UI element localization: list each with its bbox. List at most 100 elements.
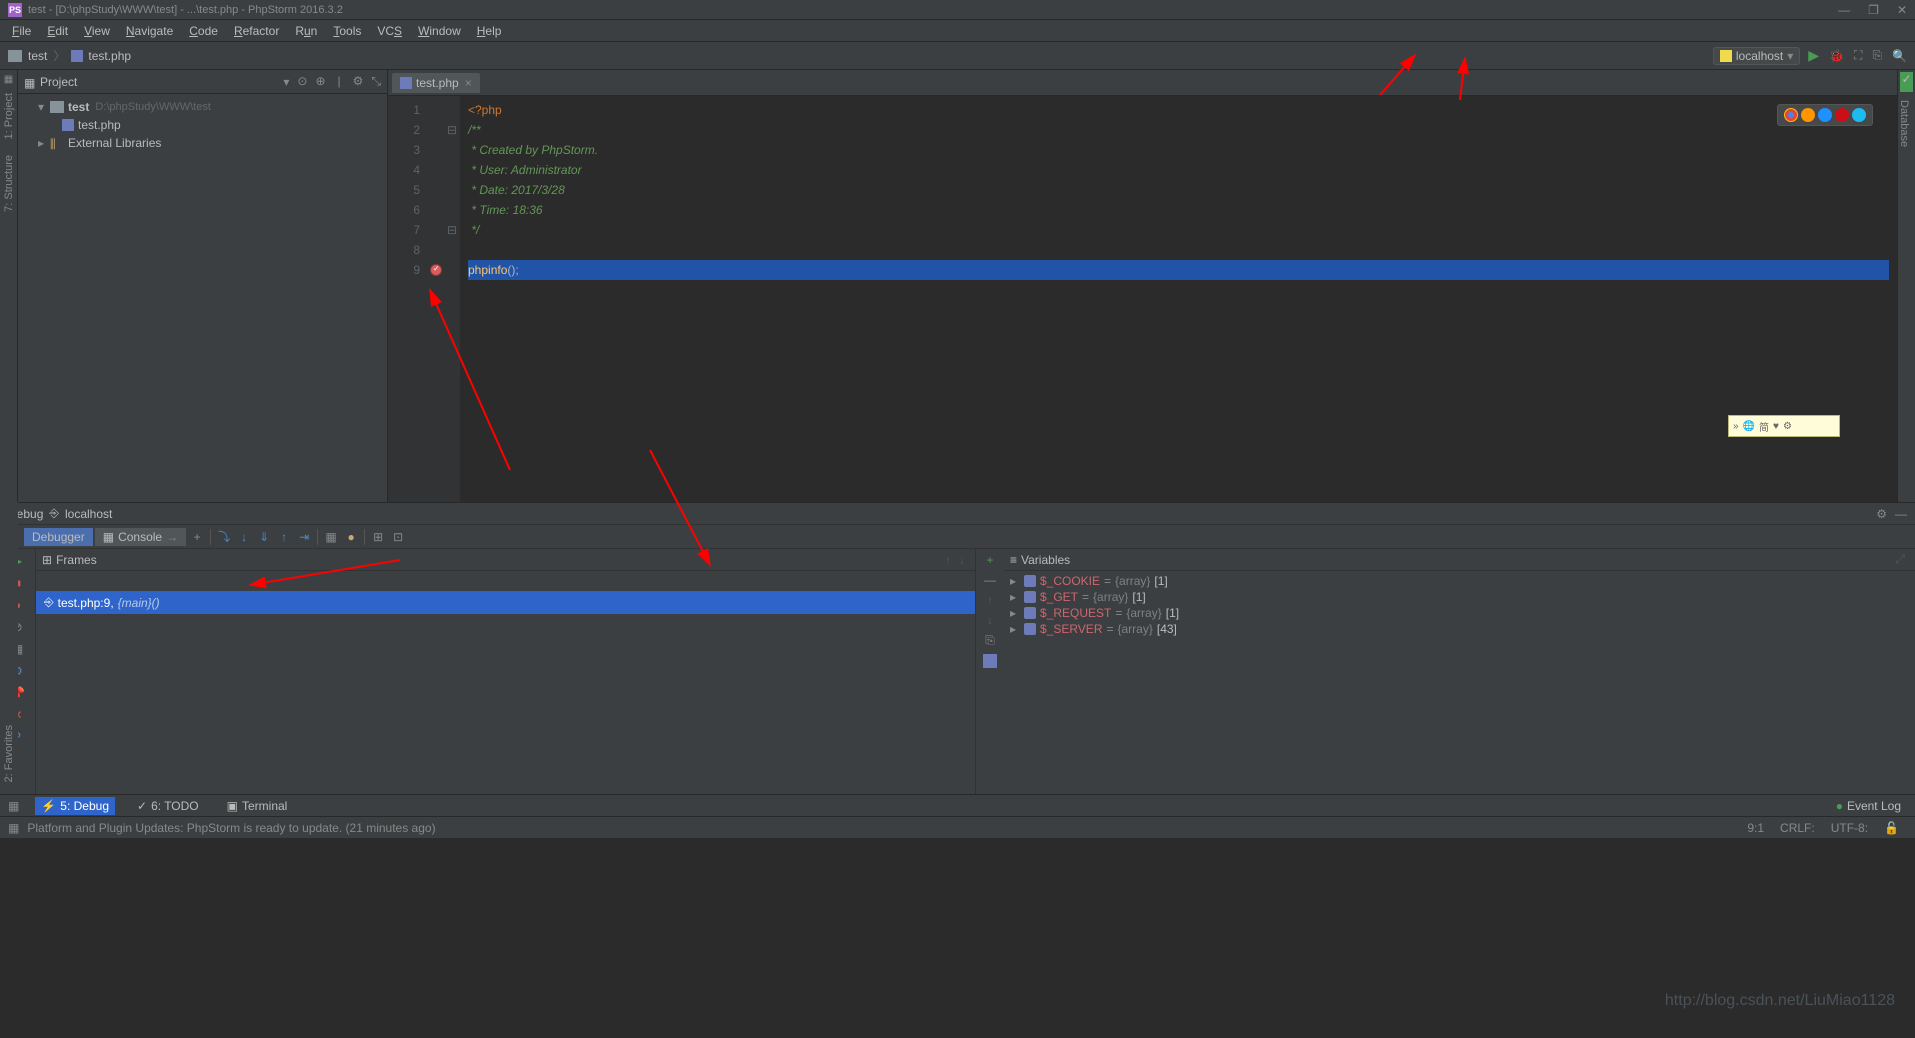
titlebar: PS test - [D:\phpStudy\WWW\test] - ...\t… <box>0 0 1915 20</box>
gear-icon[interactable]: ⚙ <box>353 74 364 89</box>
breakpoint-icon[interactable] <box>430 264 442 276</box>
var-cookie[interactable]: ▸ $_COOKIE = {array} [1] <box>1004 573 1915 589</box>
project-tool-icon[interactable]: ▦ <box>4 74 13 85</box>
gear-icon[interactable]: ⚙ <box>1876 507 1887 521</box>
menu-code[interactable]: Code <box>181 22 226 40</box>
bottom-tab-debug[interactable]: ⚡5: Debug <box>35 797 115 815</box>
run-config-dropdown[interactable]: localhost ▾ <box>1713 47 1800 65</box>
down-icon[interactable]: ↓ <box>987 613 993 627</box>
expand-icon[interactable]: ▸ <box>38 136 48 150</box>
plus-icon[interactable]: + <box>188 528 206 546</box>
debug-button[interactable]: 🐞 <box>1829 49 1844 63</box>
chrome-icon[interactable] <box>1784 108 1798 122</box>
watermark: http://blog.csdn.net/LiuMiao1128 <box>1665 992 1895 1010</box>
statusbar: ▦ Platform and Plugin Updates: PhpStorm … <box>0 816 1915 838</box>
menu-vcs[interactable]: VCS <box>369 22 410 40</box>
bottom-tab-terminal[interactable]: ▣Terminal <box>221 797 294 815</box>
settings-icon[interactable]: ⊞ <box>369 528 387 546</box>
firefox-icon[interactable] <box>1801 108 1815 122</box>
expand-icon[interactable]: ⤢ <box>1895 552 1905 567</box>
minimize-icon[interactable]: — <box>1838 3 1850 17</box>
menu-window[interactable]: Window <box>410 22 469 40</box>
maximize-icon[interactable]: ❐ <box>1868 3 1879 17</box>
bottom-tab-todo[interactable]: ✓6: TODO <box>131 797 205 815</box>
toolwin-favorites[interactable]: 2: Favorites <box>3 725 15 782</box>
status-message: Platform and Plugin Updates: PhpStorm is… <box>27 821 435 835</box>
code-area[interactable]: <?php /** * Created by PhpStorm. * User:… <box>460 96 1897 502</box>
frame-item[interactable]: ⎆ test.php:9, {main}() <box>36 591 975 614</box>
evaluate-icon[interactable]: ▦ <box>322 528 340 546</box>
menu-navigate[interactable]: Navigate <box>118 22 181 40</box>
attach-button[interactable]: ⎘ <box>1872 48 1882 63</box>
debugger-tab[interactable]: Debugger <box>24 528 93 546</box>
var-server[interactable]: ▸ $_SERVER = {array} [43] <box>1004 621 1915 637</box>
menu-run[interactable]: Run <box>287 22 325 40</box>
breadcrumb[interactable]: test 〉 test.php <box>8 47 131 64</box>
menu-edit[interactable]: Edit <box>39 22 76 40</box>
frames-panel: ⊞ Frames ↑ ↓ ⎆ test.php:9, {main}() <box>36 549 976 794</box>
close-icon[interactable]: ✕ <box>1897 3 1907 17</box>
status-position[interactable]: 9:1 <box>1747 821 1764 835</box>
var-get[interactable]: ▸ $_GET = {array} [1] <box>1004 589 1915 605</box>
ime-widget[interactable]: »🌐简♥⚙ <box>1728 415 1840 437</box>
variables-tree[interactable]: ▸ $_COOKIE = {array} [1] ▸ $_GET = {arra… <box>1004 571 1915 794</box>
status-icon[interactable]: ▦ <box>8 821 19 835</box>
hide-icon[interactable]: ⤡ <box>371 74 381 89</box>
tree-root[interactable]: ▾ test D:\phpStudy\WWW\test <box>18 98 387 116</box>
fold-gutter[interactable]: ⊟ ⊟ <box>444 96 460 502</box>
breadcrumb-file: test.php <box>88 49 131 63</box>
status-line-ending[interactable]: CRLF: <box>1780 821 1815 835</box>
var-request[interactable]: ▸ $_REQUEST = {array} [1] <box>1004 605 1915 621</box>
menubar: File Edit View Navigate Code Refactor Ru… <box>0 20 1915 42</box>
menu-file[interactable]: File <box>4 22 39 40</box>
show-icon[interactable] <box>983 654 997 668</box>
expand-icon[interactable]: ▾ <box>38 100 48 114</box>
add-watch-icon[interactable]: + <box>986 553 993 567</box>
bottom-tab-eventlog[interactable]: ●Event Log <box>1830 797 1907 815</box>
editor-content[interactable]: 12 34 56 78 9 ⊟ ⊟ <?php /** * Created by <box>388 96 1897 502</box>
toolwin-structure[interactable]: 7: Structure <box>3 155 15 212</box>
safari-icon[interactable] <box>1818 108 1832 122</box>
hide-icon[interactable]: — <box>1895 507 1907 521</box>
menu-tools[interactable]: Tools <box>325 22 369 40</box>
ie-icon[interactable] <box>1852 108 1866 122</box>
step-over-icon[interactable]: ⤵ <box>215 528 233 546</box>
pin-icon[interactable]: ⊡ <box>389 528 407 546</box>
coverage-button[interactable]: ⛶ <box>1854 48 1862 63</box>
opera-icon[interactable] <box>1835 108 1849 122</box>
tree-external-libs[interactable]: ▸ ⫼ External Libraries <box>18 134 387 152</box>
status-encoding[interactable]: UTF-8: <box>1831 821 1868 835</box>
console-tab[interactable]: ▦Console→ <box>95 528 186 546</box>
folder-icon <box>8 50 22 62</box>
menu-help[interactable]: Help <box>469 22 510 40</box>
toolwin-project[interactable]: 1: Project <box>3 93 15 139</box>
prev-frame-icon[interactable]: ↑ <box>945 553 951 567</box>
next-frame-icon[interactable]: ↓ <box>959 553 965 567</box>
variables-title: Variables <box>1021 553 1070 567</box>
editor-tab-testphp[interactable]: test.php × <box>392 73 480 93</box>
debug-toolbar: ↻ Debugger ▦Console→ + ⤵ ↓ ⇓ ↑ ⇥ ▦ ● ⊞ ⊡ <box>0 525 1915 549</box>
show-icon[interactable]: ▦ <box>8 799 19 813</box>
up-icon[interactable]: ↑ <box>987 593 993 607</box>
project-tree[interactable]: ▾ test D:\phpStudy\WWW\test test.php ▸ ⫼… <box>18 94 387 502</box>
watch-icon[interactable]: ● <box>342 528 360 546</box>
run-to-cursor-icon[interactable]: ⇥ <box>295 528 313 546</box>
vars-tools: + — ↑ ↓ ⎘ <box>976 549 1004 794</box>
copy-icon[interactable]: ⎘ <box>985 633 995 648</box>
toolwin-database[interactable]: Database <box>1898 100 1910 147</box>
marker-gutter[interactable] <box>428 96 444 502</box>
locate-icon[interactable]: ⊕ <box>315 74 325 89</box>
step-into-icon[interactable]: ↓ <box>235 528 253 546</box>
collapse-icon[interactable]: ⊙ <box>297 74 307 89</box>
close-tab-icon[interactable]: × <box>465 76 472 90</box>
run-button[interactable]: ▶ <box>1808 47 1819 64</box>
step-out-icon[interactable]: ↑ <box>275 528 293 546</box>
search-everywhere-icon[interactable]: 🔍 <box>1892 49 1907 63</box>
force-step-icon[interactable]: ⇓ <box>255 528 273 546</box>
status-lock-icon[interactable]: 🔓 <box>1884 821 1899 835</box>
menu-view[interactable]: View <box>76 22 118 40</box>
remove-icon[interactable]: — <box>984 573 996 587</box>
tree-file-testphp[interactable]: test.php <box>18 116 387 134</box>
dropdown-icon[interactable]: ▾ <box>283 75 289 89</box>
menu-refactor[interactable]: Refactor <box>226 22 287 40</box>
